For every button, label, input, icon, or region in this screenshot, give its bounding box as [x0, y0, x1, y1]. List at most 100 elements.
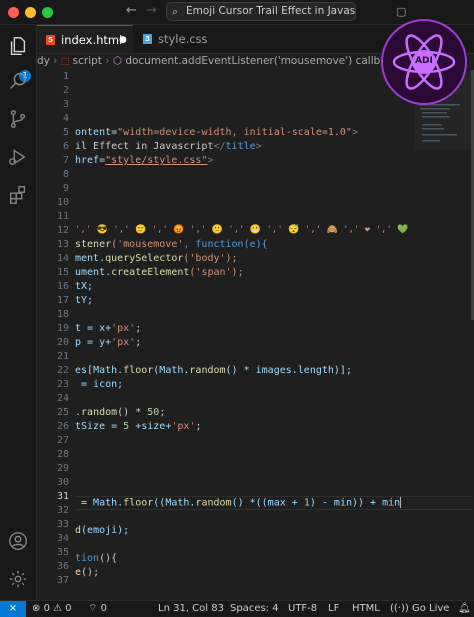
line-number: 27 — [56, 435, 69, 446]
line-number: 37 — [56, 575, 69, 586]
line-number: 15 — [56, 267, 69, 278]
activity-bar: 1 — [0, 25, 37, 600]
indentation-spaces[interactable]: Spaces: 4 — [230, 601, 279, 616]
line-number: 32 — [56, 505, 69, 516]
line-number: 6 — [62, 141, 69, 152]
breadcrumb-script[interactable]: script — [73, 55, 102, 67]
line-number: 25 — [56, 407, 69, 418]
line-number: 17 — [56, 295, 69, 306]
line-number: 7 — [62, 155, 69, 166]
command-center-text: Emoji Cursor Trail Effect in Javascript — [186, 5, 356, 17]
line-number: 30 — [56, 477, 69, 488]
code-line-22: es[Math.floor(Math.random() * images.len… — [75, 365, 352, 376]
line-number: 31 — [56, 491, 69, 502]
line-number: 5 — [62, 127, 69, 138]
extensions-icon[interactable] — [7, 184, 29, 206]
code-line-7: href="style/style.css"> — [75, 155, 214, 166]
line-number: 16 — [56, 281, 69, 292]
layout-panel-icon[interactable]: ▢ — [396, 5, 406, 18]
go-live-button[interactable]: ((·)) Go Live — [390, 601, 449, 616]
html5-icon: 5 — [46, 35, 55, 45]
error-icon: ⊗ — [32, 603, 41, 614]
function-cube-icon: ⬡ — [112, 55, 122, 67]
radio-tower-icon: ⌔ — [88, 603, 98, 614]
line-number: 34 — [56, 533, 69, 544]
explorer-icon[interactable] — [7, 35, 29, 57]
file-encoding[interactable]: UTF-8 — [288, 601, 317, 616]
settings-gear-icon[interactable] — [7, 568, 29, 590]
line-number: 33 — [56, 519, 69, 530]
code-line-5: ontent="width=device-width, initial-scal… — [75, 127, 358, 138]
code-line-14: ment.querySelector('body'); — [75, 253, 238, 264]
code-line-13: stener('mousemove', function(e){ — [75, 239, 268, 250]
line-number: 4 — [62, 113, 69, 124]
tab-label: style.css — [158, 32, 208, 46]
line-number: 22 — [56, 365, 69, 376]
minimap[interactable] — [415, 70, 474, 600]
code-line-25: .random() * 50; — [75, 407, 166, 418]
line-number: 11 — [56, 211, 69, 222]
line-number: 26 — [56, 421, 69, 432]
tab-style-css[interactable]: 3 style.css — [134, 25, 230, 53]
close-window-button[interactable] — [8, 7, 19, 18]
forward-arrow-icon[interactable]: → — [146, 3, 157, 18]
search-icon[interactable] — [7, 70, 29, 92]
warning-icon: ⚠ — [53, 603, 63, 614]
remote-indicator-icon[interactable]: ⨯ — [0, 601, 26, 617]
line-number: 12 — [56, 225, 69, 236]
line-number: 35 — [56, 547, 69, 558]
minimize-window-button[interactable] — [25, 7, 36, 18]
line-number: 14 — [56, 253, 69, 264]
code-line-31: = Math.floor((Math.random() *((max + 1) … — [75, 497, 402, 509]
search-icon: ⌕ — [172, 5, 179, 18]
cursor-position[interactable]: Ln 31, Col 83 — [158, 601, 224, 616]
line-number: 29 — [56, 463, 69, 474]
line-number-gutter: 1 2 3 4 5 6 7 8 9 10 11 12 13 14 15 16 17 18 19 20 21 22 23 24 2… — [37, 70, 75, 600]
line-number: 13 — [56, 239, 69, 250]
tab-index-html[interactable]: 5 index.html ● — [37, 25, 133, 53]
line-number: 23 — [56, 379, 69, 390]
line-number: 21 — [56, 351, 69, 362]
code-line-17: tY; — [75, 295, 94, 306]
end-of-line[interactable]: LF — [328, 601, 339, 616]
status-bar: ⨯ ⊗ 0 ⚠ 0 ⌔ 0 Ln 31, Col 83 Spaces: 4 UT… — [0, 600, 474, 617]
line-number: 10 — [56, 197, 69, 208]
code-line-16: tX; — [75, 281, 94, 292]
logo-text: ADI — [415, 56, 433, 66]
tab-label: index.html — [61, 33, 123, 47]
code-line-19: t = x+'px'; — [75, 323, 142, 334]
code-line-36: e(); — [75, 567, 100, 578]
ports-indicator[interactable]: ⌔ 0 — [88, 601, 107, 616]
tag-icon: ⬚ — [60, 57, 70, 67]
maximize-window-button[interactable] — [42, 7, 53, 18]
code-line-23: = icon; — [75, 379, 124, 390]
line-number: 9 — [62, 183, 69, 194]
code-line-6: il Effect in Javascript</title> — [75, 141, 262, 152]
line-number: 28 — [56, 449, 69, 460]
line-number: 18 — [56, 309, 69, 320]
command-center-search[interactable]: ⌕ Emoji Cursor Trail Effect in Javascrip… — [166, 2, 356, 21]
line-number: 2 — [62, 85, 69, 96]
breadcrumb-callback[interactable]: document.addEventListener('mousemove') c… — [125, 55, 398, 67]
breadcrumb-body[interactable]: dy — [37, 55, 50, 67]
line-number: 3 — [62, 99, 69, 110]
code-line-12: ',' 😎 ',' 🙂 ',' 😡 ',' 🙁 ',' 😬 ',' 😴 ',' … — [75, 225, 415, 235]
problems-indicator[interactable]: ⊗ 0 ⚠ 0 — [32, 601, 72, 616]
text-cursor — [400, 497, 402, 508]
line-number: 8 — [62, 169, 69, 180]
css3-icon: 3 — [143, 34, 152, 44]
code-line-33: d(emoji); — [75, 525, 130, 536]
back-arrow-icon[interactable]: ← — [126, 3, 137, 18]
source-control-icon[interactable] — [7, 108, 29, 130]
run-debug-icon[interactable] — [7, 146, 29, 168]
chevron-right-icon: › — [53, 55, 61, 67]
code-line-35: tion(){ — [75, 553, 118, 564]
code-line-26: tSize = 5 +size+'px'; — [75, 421, 202, 432]
code-editor[interactable]: ontent="width=device-width, initial-scal… — [75, 70, 415, 600]
account-icon[interactable] — [7, 530, 29, 552]
adi-watermark-logo: ADI — [380, 18, 468, 106]
line-number: 20 — [56, 337, 69, 348]
language-mode[interactable]: HTML — [352, 601, 380, 616]
notifications-bell-icon[interactable]: 🔔︎ — [458, 601, 471, 616]
unsaved-dot-icon[interactable]: ● — [119, 26, 127, 54]
